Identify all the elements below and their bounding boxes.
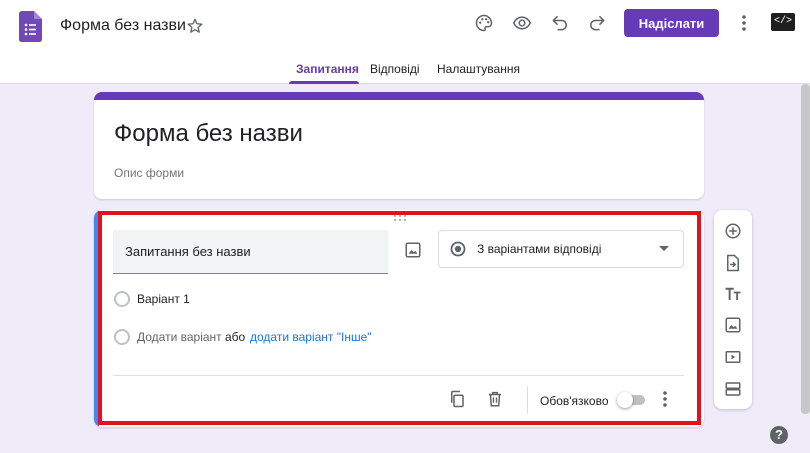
page-scrollbar[interactable]: [801, 84, 810, 414]
add-other-option-link[interactable]: додати варіант "Інше": [250, 330, 372, 344]
question-footer-divider: [113, 375, 684, 376]
tab-bar: Запитання Відповіді Налаштування: [0, 56, 810, 84]
help-icon[interactable]: ?: [770, 426, 788, 444]
add-option-radio: [114, 329, 130, 345]
side-toolbar: [714, 210, 752, 409]
footer-separator: [527, 386, 528, 414]
add-title-icon[interactable]: [724, 285, 742, 303]
add-section-icon[interactable]: [724, 380, 742, 398]
drag-handle-icon[interactable]: [393, 214, 407, 222]
caret-down-icon: [659, 246, 669, 251]
delete-icon[interactable]: [486, 390, 504, 408]
document-title[interactable]: Форма без назви: [60, 17, 186, 35]
more-vert-icon[interactable]: [738, 13, 750, 33]
top-app-bar: Форма без назви Надіслати </> Запитання …: [0, 0, 810, 84]
form-title[interactable]: Форма без назви: [114, 120, 303, 148]
required-toggle[interactable]: [617, 392, 647, 408]
add-question-icon[interactable]: [724, 222, 742, 240]
option-radio: [114, 291, 130, 307]
star-icon[interactable]: [186, 17, 204, 35]
undo-icon[interactable]: [550, 13, 570, 33]
active-tab-indicator: [289, 81, 359, 84]
import-questions-icon[interactable]: [724, 254, 742, 272]
forms-logo-icon[interactable]: [19, 11, 42, 42]
palette-icon[interactable]: [474, 13, 494, 33]
radio-button-checked-icon: [450, 241, 466, 257]
question-more-icon[interactable]: [659, 390, 671, 408]
option-1-label[interactable]: Варіант 1: [137, 292, 190, 306]
active-question-indicator: [94, 210, 99, 427]
required-label: Обов'язково: [540, 394, 609, 408]
tab-questions[interactable]: Запитання: [296, 62, 359, 76]
question-type-dropdown[interactable]: З варіантами відповіді: [438, 230, 684, 268]
tab-responses[interactable]: Відповіді: [370, 62, 420, 76]
toggle-knob: [617, 392, 633, 408]
add-option-link[interactable]: Додати варіант: [137, 330, 222, 344]
question-title-input[interactable]: Запитання без назви: [113, 230, 388, 274]
form-title-card[interactable]: Форма без назви Опис форми: [94, 92, 704, 199]
duplicate-icon[interactable]: [448, 390, 466, 408]
tab-settings[interactable]: Налаштування: [437, 62, 520, 76]
add-video-icon[interactable]: [724, 348, 742, 366]
title-card-accent-bar: [94, 92, 704, 100]
send-button[interactable]: Надіслати: [624, 9, 719, 37]
add-image-icon[interactable]: [404, 241, 422, 259]
question-type-label: З варіантами відповіді: [477, 242, 602, 256]
form-description-field[interactable]: Опис форми: [114, 166, 184, 180]
redo-icon[interactable]: [587, 13, 607, 33]
add-image-icon[interactable]: [724, 316, 742, 334]
eye-icon[interactable]: [512, 13, 532, 33]
code-icon[interactable]: </>: [771, 13, 795, 31]
or-text: або: [225, 330, 246, 344]
